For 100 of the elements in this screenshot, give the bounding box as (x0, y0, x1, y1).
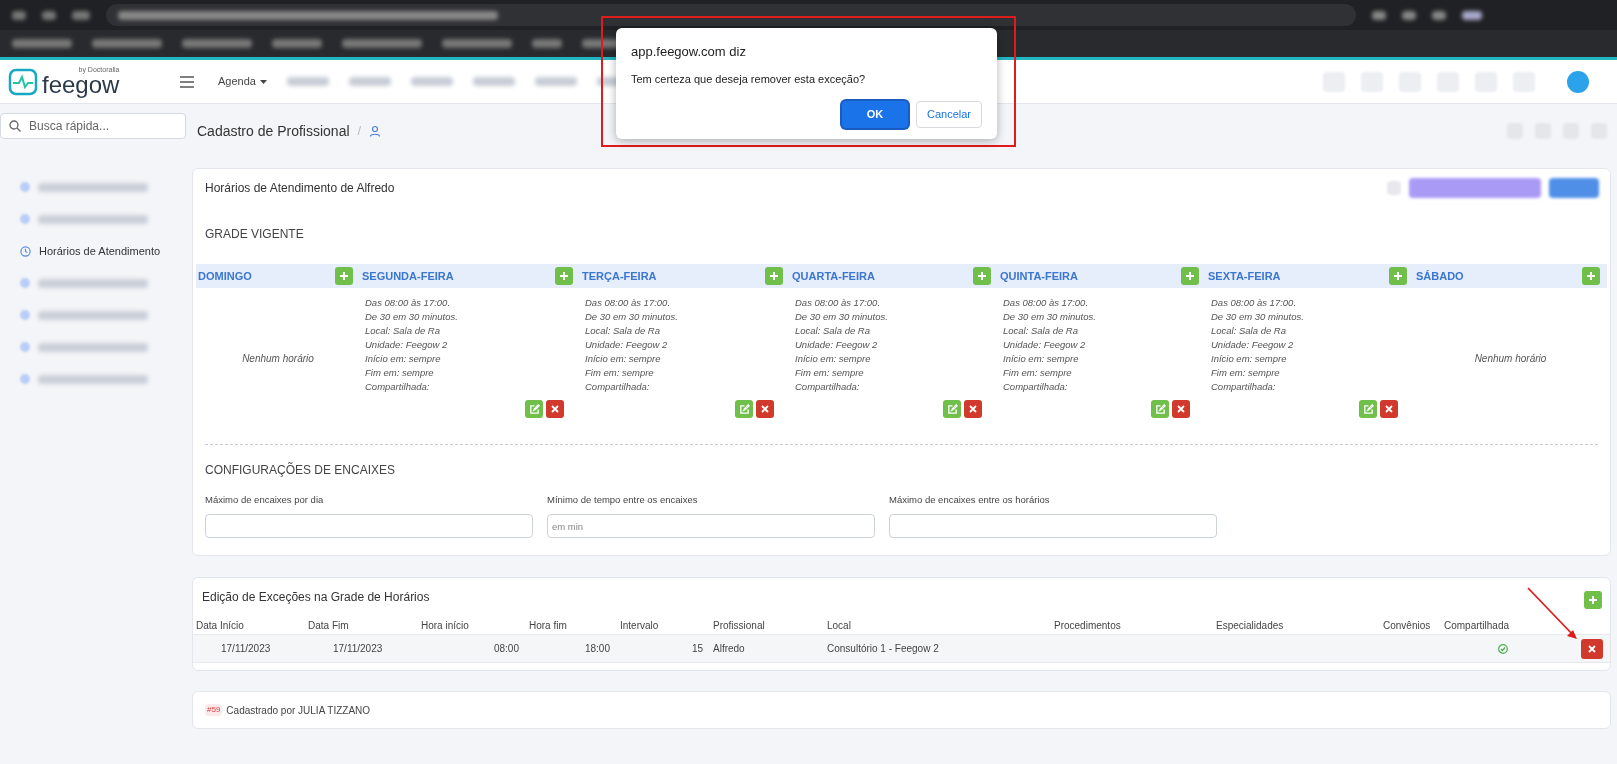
dialog-message: Tem certeza que deseja remover esta exceção? (631, 71, 867, 87)
schedule-line: Das 08:00 às 17:00. (585, 296, 672, 310)
field-label: Máximo de encaixes entre os horários (889, 493, 1051, 507)
blurred-text (442, 39, 512, 48)
schedule-line: Local: Sala de Ra (1211, 324, 1287, 338)
plus-icon (769, 271, 779, 281)
add-button[interactable] (1389, 267, 1407, 285)
edit-button[interactable] (525, 400, 543, 418)
section-title: CONFIGURAÇÕES DE ENCAIXES (204, 461, 397, 479)
add-button[interactable] (555, 267, 573, 285)
add-button[interactable] (1584, 591, 1602, 609)
schedule-line: De 30 em 30 minutos. (585, 310, 679, 324)
schedule-line: De 30 em 30 minutos. (795, 310, 889, 324)
schedule-line: De 30 em 30 minutos. (365, 310, 459, 324)
column-header: Profissional (713, 618, 766, 633)
schedule-line: Compartilhada: (1003, 380, 1069, 394)
edit-icon (1362, 403, 1374, 415)
add-button[interactable] (1582, 267, 1600, 285)
day-header: SÁBADO (1414, 264, 1607, 288)
close-icon (551, 405, 559, 413)
blurred-button[interactable] (1409, 178, 1541, 198)
schedule-line: Unidade: Feegow 2 (1003, 338, 1087, 352)
schedule-line: De 30 em 30 minutos. (1211, 310, 1305, 324)
blurred-text (1372, 10, 1386, 20)
input-field[interactable]: em min (547, 514, 875, 539)
column-header: Intervalo (620, 618, 660, 633)
blurred-text (182, 39, 252, 48)
column-header: Convênios (1383, 618, 1432, 633)
delete-button[interactable] (546, 400, 564, 418)
nav-menu[interactable]: Agenda (218, 73, 267, 90)
schedule-line: Fim em: sempre (1003, 366, 1073, 380)
edit-button[interactable] (735, 400, 753, 418)
schedule-line: Início em: sempre (585, 352, 662, 366)
search-field[interactable]: Busca rápida... (0, 113, 186, 139)
schedule-line: Das 08:00 às 17:00. (795, 296, 882, 310)
delete-button[interactable] (756, 400, 774, 418)
avatar[interactable] (1567, 70, 1589, 93)
column-header: Hora início (421, 618, 470, 633)
card-title: Horários de Atendimento de Alfredo (205, 180, 395, 197)
blurred-text (12, 39, 72, 48)
edit-icon (738, 403, 750, 415)
blurred-button[interactable] (1549, 178, 1599, 198)
empty-schedule-text: Nenhum horário (242, 351, 314, 366)
add-button[interactable] (1181, 267, 1199, 285)
edit-icon (1154, 403, 1166, 415)
schedule-line: Unidade: Feegow 2 (1211, 338, 1295, 352)
field-label: Mínimo de tempo entre os encaixes (547, 493, 699, 507)
close-icon (969, 405, 977, 413)
schedule-line: Fim em: sempre (365, 366, 435, 380)
menu-icon[interactable] (180, 75, 194, 88)
dialog-origin: app.feegow.com diz (631, 43, 747, 61)
card-title: Edição de Exceções na Grade de Horários (202, 589, 430, 606)
day-header: DOMINGO (196, 264, 360, 288)
plus-icon (1588, 595, 1598, 605)
schedule-line: Compartilhada: (585, 380, 651, 394)
table-cell-text: 17/11/2023 (220, 642, 272, 656)
delete-button[interactable] (1380, 400, 1398, 418)
ok-button[interactable]: OK (842, 101, 908, 128)
schedule-line: Início em: sempre (365, 352, 442, 366)
plus-icon (1185, 271, 1195, 281)
schedule-line: Compartilhada: (365, 380, 431, 394)
search-input[interactable]: Busca rápida... (29, 117, 169, 135)
delete-button[interactable] (1172, 400, 1190, 418)
blurred-text (1462, 10, 1482, 20)
address-bar[interactable] (106, 4, 1356, 26)
delete-button[interactable] (964, 400, 982, 418)
edit-button[interactable] (943, 400, 961, 418)
sidebar-item[interactable]: Horários de Atendimento (20, 241, 186, 261)
edit-button[interactable] (1359, 400, 1377, 418)
table-cell-text: 15 (690, 642, 704, 656)
logo-icon (8, 67, 38, 96)
column-header: Hora fim (529, 618, 568, 633)
plus-icon (1393, 271, 1403, 281)
column-header: Local (827, 618, 852, 633)
cancel-button[interactable]: Cancelar (916, 101, 982, 128)
edit-button[interactable] (1151, 400, 1169, 418)
clock-icon (20, 245, 31, 257)
day-header: TERÇA-FEIRA (580, 264, 790, 288)
add-button[interactable] (973, 267, 991, 285)
schedule-line: Unidade: Feegow 2 (795, 338, 879, 352)
edit-icon (528, 403, 540, 415)
schedule-line: Fim em: sempre (1211, 366, 1281, 380)
item-icon (20, 342, 30, 352)
user-icon (369, 125, 382, 137)
column-header: Data Fim (308, 618, 350, 633)
search-icon (9, 120, 21, 132)
delete-button[interactable] (1581, 638, 1603, 659)
annotation-arrow (1526, 586, 1580, 642)
footer-text: Cadastrado por JULIA TIZZANO (226, 703, 371, 718)
schedule-line: Das 08:00 às 17:00. (1211, 296, 1298, 310)
schedule-line: Das 08:00 às 17:00. (365, 296, 452, 310)
input-field[interactable] (205, 514, 533, 539)
column-header: Data Início (196, 618, 245, 633)
add-button[interactable] (335, 267, 353, 285)
day-header: QUINTA-FEIRA (998, 264, 1206, 288)
day-header: SEXTA-FEIRA (1206, 264, 1414, 288)
record-id-badge: #59 (205, 704, 223, 716)
schedule-line: Fim em: sempre (795, 366, 865, 380)
add-button[interactable] (765, 267, 783, 285)
input-field[interactable] (889, 514, 1217, 539)
